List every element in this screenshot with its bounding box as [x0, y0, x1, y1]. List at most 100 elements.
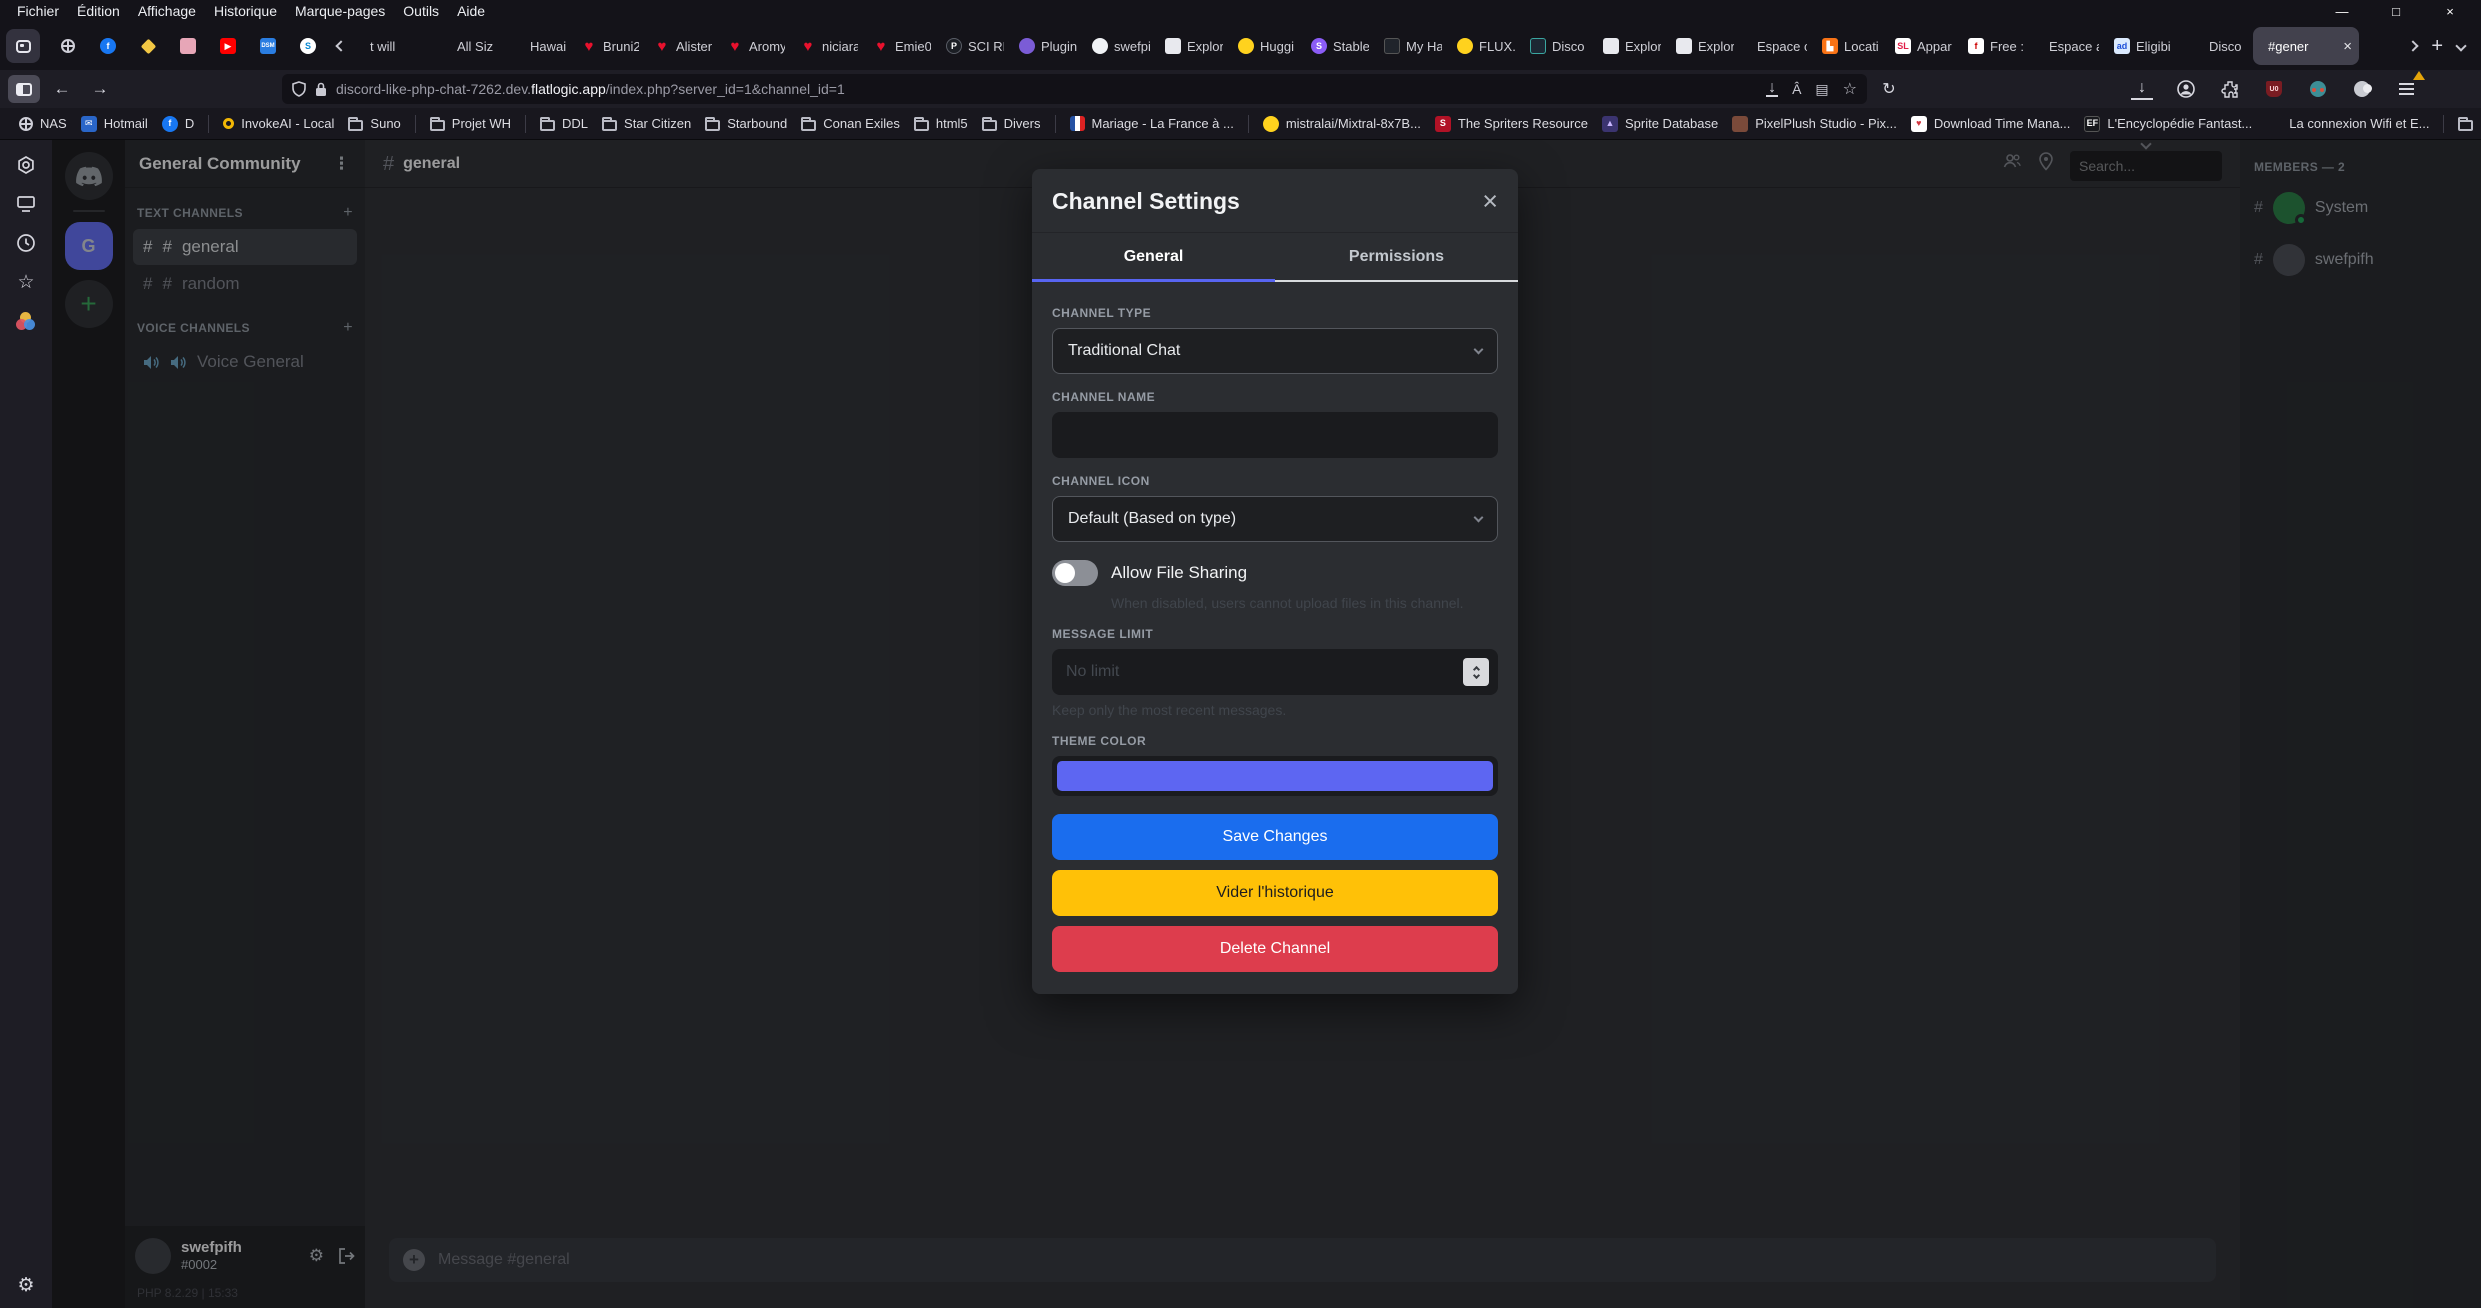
tab-close-icon[interactable]: × — [2343, 38, 2352, 55]
gray-blob-extension-icon[interactable] — [2351, 78, 2373, 100]
menu-outils[interactable]: Outils — [394, 2, 448, 20]
ublock-shield-icon[interactable]: U0 — [2263, 78, 2285, 100]
browser-tab-disco[interactable]: Disco — [2180, 27, 2252, 65]
palette-extension-icon[interactable] — [15, 310, 37, 332]
bookmark-divers[interactable]: Divers — [975, 113, 1048, 134]
bookmark-conan-exiles[interactable]: Conan Exiles — [794, 113, 907, 134]
sidebar-toggle-button[interactable] — [8, 75, 40, 103]
browser-tab-explor[interactable]: Explor — [1158, 27, 1230, 65]
menu-affichage[interactable]: Affichage — [129, 2, 205, 20]
minimize-button[interactable]: — — [2335, 4, 2349, 19]
bookmark-mistralai-mixtral-8x7b[interactable]: mistralai/Mixtral-8x7B... — [1256, 113, 1428, 135]
bookmark-invokeai-local[interactable]: InvokeAI - Local — [216, 113, 341, 134]
browser-tab-alister[interactable]: ♥Alister — [647, 27, 719, 65]
browser-tab-emie0[interactable]: ♥Emie0 — [866, 27, 938, 65]
menu-marque-pages[interactable]: Marque-pages — [286, 2, 394, 20]
menu-dition[interactable]: Édition — [68, 2, 129, 20]
account-icon[interactable] — [2175, 78, 2197, 100]
firefox-view-button[interactable] — [6, 29, 40, 63]
bookmark-download-time-mana[interactable]: ♥Download Time Mana... — [1904, 113, 2078, 135]
pinned-tab-dsm[interactable]: DSM — [249, 27, 287, 65]
browser-tab-espace-ab[interactable]: Espace ab — [2034, 27, 2106, 65]
new-tab-button[interactable]: + — [2431, 35, 2443, 58]
bookmark-projet-wh[interactable]: Projet WH — [423, 113, 518, 134]
pinned-tab-youtube[interactable]: ▶ — [209, 27, 247, 65]
lock-icon[interactable] — [315, 82, 327, 97]
bookmark-suno[interactable]: Suno — [341, 113, 407, 134]
browser-tab-t-will[interactable]: t will — [355, 27, 427, 65]
browser-tab-swefpi[interactable]: swefpi — [1085, 27, 1157, 65]
browser-tab-appar[interactable]: SLAppar — [1888, 27, 1960, 65]
browser-tab-huggi[interactable]: Huggi — [1231, 27, 1303, 65]
scroll-tabs-right-button[interactable] — [2409, 37, 2417, 55]
channel-type-select[interactable]: Traditional Chat — [1052, 328, 1498, 374]
browser-tab-niciara[interactable]: ♥niciara — [793, 27, 865, 65]
browser-tab-bruni2[interactable]: ♥Bruni2 — [574, 27, 646, 65]
url-bar[interactable]: discord-like-php-chat-7262.dev.flatlogic… — [282, 74, 1867, 104]
save-changes-button[interactable]: Save Changes — [1052, 814, 1498, 860]
scroll-tabs-left-button[interactable] — [330, 42, 352, 50]
browser-tab-explor[interactable]: Explor — [1596, 27, 1668, 65]
browser-tab-free[interactable]: fFree : — [1961, 27, 2033, 65]
channel-icon-select[interactable]: Default (Based on type) — [1052, 496, 1498, 542]
browser-tab-explor[interactable]: Explor — [1669, 27, 1741, 65]
bookmarks-star-sidebar-icon[interactable]: ☆ — [15, 271, 37, 293]
pinned-tab-pixel-sprite[interactable] — [169, 27, 207, 65]
browser-tab-disco[interactable]: Disco — [1523, 27, 1595, 65]
bookmark-mariage-la-france[interactable]: Mariage - La France à ... — [1063, 113, 1241, 134]
browser-tab-my-ha[interactable]: My Ha — [1377, 27, 1449, 65]
browser-tab-espace-cli[interactable]: Espace cli — [1742, 27, 1814, 65]
bookmark-ddl[interactable]: DDL — [533, 113, 595, 134]
browser-tab-sci-re[interactable]: PSCI RE — [939, 27, 1011, 65]
theme-color-input[interactable] — [1052, 756, 1498, 796]
modal-tab-permissions[interactable]: Permissions — [1275, 233, 1518, 282]
bookmark-la-connexion-wifi-et-e[interactable]: La connexion Wifi et E... — [2259, 113, 2436, 135]
delete-channel-button[interactable]: Delete Channel — [1052, 926, 1498, 972]
tracking-shield-icon[interactable] — [292, 81, 306, 97]
list-tabs-button[interactable] — [2457, 37, 2465, 55]
menu-aide[interactable]: Aide — [448, 2, 494, 20]
bookmark-hotmail[interactable]: ✉Hotmail — [74, 113, 155, 135]
browser-tab-hawai[interactable]: Hawai — [501, 27, 573, 65]
history-clock-icon[interactable] — [15, 232, 37, 254]
browser-tab-aromy[interactable]: ♥Aromy — [720, 27, 792, 65]
monkey-extension-icon[interactable] — [2307, 78, 2329, 100]
bookmark-pixelplush-studio-pix[interactable]: PixelPlush Studio - Pix... — [1725, 113, 1904, 135]
pinned-tab-facebook[interactable]: f — [89, 27, 127, 65]
reader-mode-icon[interactable]: ▤ — [1815, 81, 1828, 98]
back-button[interactable]: ← — [46, 75, 78, 103]
downloads-icon[interactable]: ↓ — [2131, 78, 2153, 100]
close-button[interactable]: × — [2443, 4, 2457, 19]
sidebar-settings-gear-icon[interactable]: ⚙ — [15, 1274, 37, 1296]
extensions-puzzle-icon[interactable] — [2219, 78, 2241, 100]
browser-tab-plugin[interactable]: Plugin — [1012, 27, 1084, 65]
maximize-button[interactable]: □ — [2389, 4, 2403, 19]
bookmark-nas[interactable]: NAS — [12, 113, 74, 134]
browser-tab-stable[interactable]: SStable — [1304, 27, 1376, 65]
message-limit-input[interactable] — [1052, 649, 1498, 695]
modal-close-icon[interactable]: × — [1482, 191, 1498, 213]
browser-tab-eligibi[interactable]: adEligibi — [2107, 27, 2179, 65]
screen-share-sidebar-icon[interactable] — [15, 193, 37, 215]
bookmark-starbound[interactable]: Starbound — [698, 113, 794, 134]
vider-l-historique-button[interactable]: Vider l'historique — [1052, 870, 1498, 916]
number-spinner[interactable] — [1463, 658, 1489, 686]
forward-button[interactable]: → — [84, 75, 116, 103]
bookmark-sprite-database[interactable]: ▲Sprite Database — [1595, 113, 1725, 135]
reload-button[interactable]: ↻ — [1873, 75, 1905, 103]
bookmark-l-encyclop-die-fantast[interactable]: EFL'Encyclopédie Fantast... — [2077, 113, 2259, 135]
pinned-tab-synology[interactable]: S — [289, 27, 327, 65]
browser-tab-gener[interactable]: #gener× — [2253, 27, 2359, 65]
menu-historique[interactable]: Historique — [205, 2, 286, 20]
bookmark-d[interactable]: fD — [155, 113, 201, 135]
app-menu-button[interactable] — [2395, 78, 2417, 100]
pinned-tab-gold-diamond[interactable] — [129, 27, 167, 65]
bookmark-the-spriters-resource[interactable]: SThe Spriters Resource — [1428, 113, 1595, 135]
modal-tab-general[interactable]: General — [1032, 233, 1275, 282]
browser-tab-locati[interactable]: ▙Locati — [1815, 27, 1887, 65]
browser-tab-flux[interactable]: FLUX. — [1450, 27, 1522, 65]
pinned-tab-globe[interactable] — [49, 27, 87, 65]
bookmark-html5[interactable]: html5 — [907, 113, 975, 134]
bookmark-divers[interactable]: Divers — [2451, 113, 2481, 134]
menu-fichier[interactable]: Fichier — [8, 2, 68, 20]
